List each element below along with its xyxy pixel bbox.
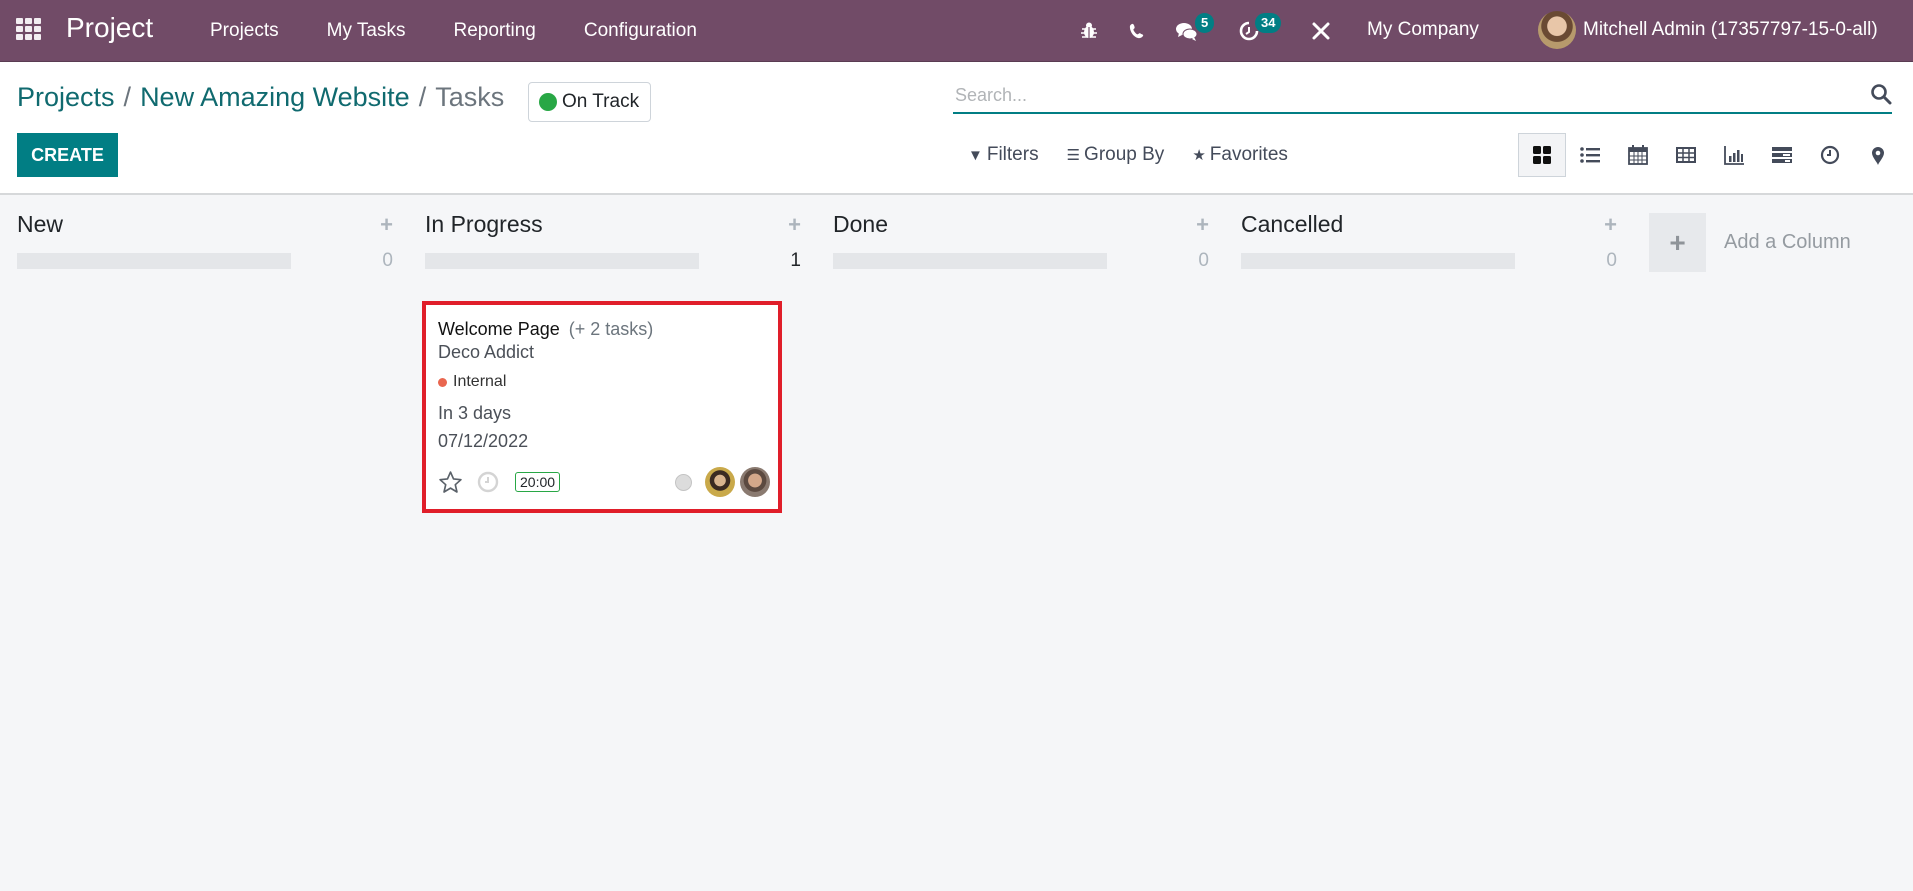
filters-button[interactable]: ▼ Filters [968,144,1039,166]
column-count: 0 [1198,250,1209,271]
view-graph-button[interactable] [1710,133,1758,177]
assignee-avatar[interactable] [740,467,770,497]
column-progress-bar[interactable] [1241,253,1515,269]
apps-menu-icon[interactable] [16,18,42,40]
breadcrumb-separator: / [418,82,427,112]
card-footer: 20:00 [438,467,770,497]
column-quick-create-icon[interactable]: + [380,212,393,238]
column-title[interactable]: In Progress [425,211,543,238]
control-panel: Projects / New Amazing Website / Tasks O… [0,62,1913,195]
column-progress-bar[interactable] [17,253,291,269]
bar-chart-icon [1724,146,1744,165]
breadcrumb-projects[interactable]: Projects [17,82,115,113]
group-by-button[interactable]: ☰ Group By [1067,144,1165,166]
search-input[interactable] [953,84,1853,106]
bars-icon: ☰ [1066,147,1081,164]
search-icon[interactable] [1870,83,1892,105]
view-kanban-button[interactable] [1518,133,1566,177]
breadcrumb: Projects / New Amazing Website / Tasks [17,82,504,113]
menu-configuration[interactable]: Configuration [584,20,697,42]
breadcrumb-project[interactable]: New Amazing Website [140,82,410,113]
filters-label: Filters [986,144,1039,165]
view-map-button[interactable] [1854,133,1902,177]
column-count: 1 [790,250,801,271]
gantt-icon [1772,147,1792,163]
clock-icon [1820,145,1840,165]
user-name: Mitchell Admin (17357797-15-0-all) [1583,19,1878,40]
table-icon [1676,147,1696,163]
status-label: On Track [562,91,640,112]
view-switcher [1518,133,1902,177]
view-list-button[interactable] [1566,133,1614,177]
menu-my-tasks[interactable]: My Tasks [327,20,406,42]
main-menu: Projects My Tasks Reporting Configuratio… [210,0,745,62]
user-avatar [1538,11,1576,49]
menu-reporting[interactable]: Reporting [453,20,535,42]
tag-color-dot [438,377,447,387]
assignee-avatar[interactable] [705,467,735,497]
column-quick-create-icon[interactable]: + [1196,212,1209,238]
activity-clock-icon[interactable] [477,471,499,493]
task-deadline-date: 07/12/2022 [438,431,529,451]
menu-projects[interactable]: Projects [210,20,279,42]
kanban-board: New + 0 In Progress + 1 Done + 0 Cancell… [0,195,1913,891]
add-column-button[interactable]: + Add a Column [1649,213,1851,272]
column-count: 0 [382,250,393,271]
task-customer: Deco Addict [438,342,535,362]
breadcrumb-current: Tasks [435,82,505,112]
column-count: 0 [1606,250,1617,271]
messages-badge: 5 [1195,13,1215,33]
top-navbar: Project Projects My Tasks Reporting Conf… [0,0,1913,62]
kanban-state-icon[interactable] [675,473,692,491]
add-column-label: Add a Column [1724,231,1851,253]
column-title[interactable]: Cancelled [1241,211,1343,238]
column-progress-bar[interactable] [425,253,699,269]
planned-hours-badge: 20:00 [515,472,561,492]
task-title: Welcome Page [438,319,560,339]
search-options: ▼ Filters ☰ Group By ★ Favorites [968,144,1316,166]
calendar-icon [1628,145,1648,165]
view-activity-button[interactable] [1806,133,1854,177]
view-pivot-button[interactable] [1662,133,1710,177]
filter-icon: ▼ [968,146,983,164]
column-quick-create-icon[interactable]: + [1604,212,1617,238]
column-progress-bar[interactable] [833,253,1107,269]
column-quick-create-icon[interactable]: + [788,212,801,238]
company-switcher[interactable]: My Company [1367,19,1479,41]
subtasks-count[interactable]: (+ 2 tasks) [569,319,654,340]
card-title-row: Welcome Page (+ 2 tasks) [438,319,766,340]
kanban-icon [1533,146,1551,164]
plus-icon: + [1649,213,1706,272]
search-bar [953,78,1892,114]
star-filled-icon: ★ [1192,147,1206,164]
star-icon[interactable] [438,470,463,495]
task-deadline-relative: In 3 days [438,403,512,423]
create-button[interactable]: CREATE [17,133,118,177]
status-dot-icon [539,93,557,111]
column-title[interactable]: Done [833,211,888,238]
group-by-label: Group By [1084,144,1165,165]
app-name[interactable]: Project [66,12,153,44]
view-gantt-button[interactable] [1758,133,1806,177]
list-icon [1580,147,1600,163]
tools-icon[interactable] [1308,18,1334,44]
task-tag: Internal [438,373,766,391]
view-calendar-button[interactable] [1614,133,1662,177]
tag-label: Internal [453,373,507,390]
favorites-label: Favorites [1209,144,1288,165]
activities-badge: 34 [1255,13,1282,33]
phone-icon[interactable] [1124,18,1150,44]
card-footer-right [675,467,770,497]
favorites-button[interactable]: ★ Favorites [1192,144,1288,166]
user-menu[interactable]: Mitchell Admin (17357797-15-0-all) [1538,11,1878,49]
task-card[interactable]: Welcome Page (+ 2 tasks) Deco Addict Int… [422,301,782,513]
breadcrumb-separator: / [123,82,132,112]
bug-icon[interactable] [1076,18,1102,44]
column-title[interactable]: New [17,211,63,238]
map-marker-icon [1872,147,1884,165]
project-status-button[interactable]: On Track [528,82,651,122]
